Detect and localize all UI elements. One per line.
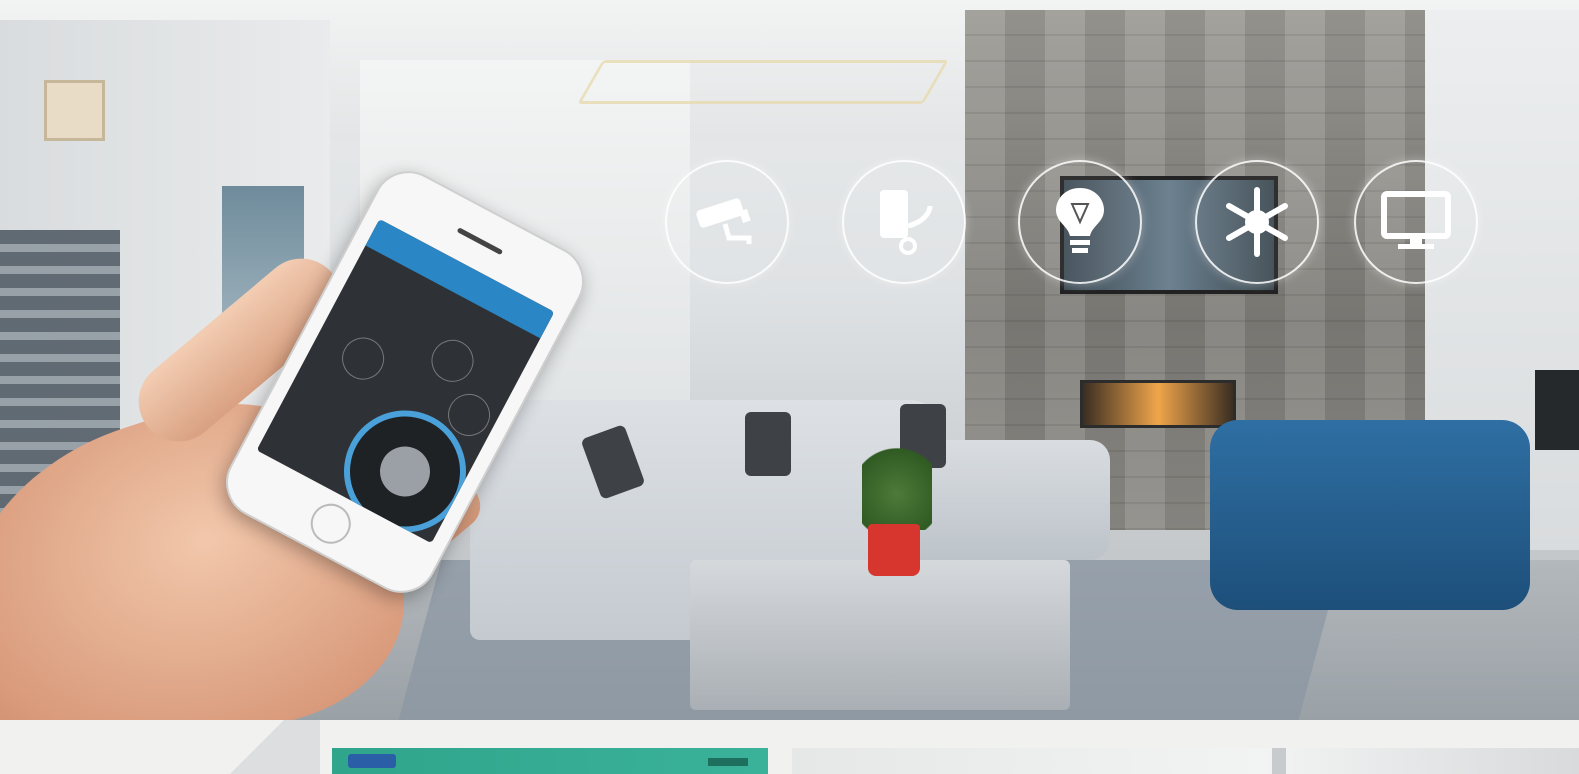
smartphone xyxy=(213,158,597,606)
phone-speaker xyxy=(456,227,504,256)
room-post xyxy=(1272,748,1286,774)
home-button[interactable] xyxy=(303,496,358,551)
ceiling-light xyxy=(577,60,949,104)
app-button-icon[interactable] xyxy=(334,330,392,387)
fireplace xyxy=(1080,380,1236,428)
phone-screen xyxy=(256,218,555,544)
light-bulb-icon[interactable] xyxy=(1018,160,1142,284)
room-thumbnail xyxy=(792,748,1579,774)
phone-body xyxy=(213,158,597,606)
pillow xyxy=(745,412,791,476)
light-bulb-glyph xyxy=(1056,188,1104,253)
red-pot xyxy=(868,524,920,576)
right-wall-panel xyxy=(1535,370,1579,450)
wall-frame xyxy=(44,80,105,141)
security-camera-glyph xyxy=(696,198,752,244)
monitor-glyph xyxy=(1381,191,1451,249)
water-heater-glyph xyxy=(880,190,933,255)
snowflake-icon[interactable] xyxy=(1195,160,1319,284)
security-camera-icon[interactable] xyxy=(665,160,789,284)
smart-home-hero-image xyxy=(0,0,1579,720)
plant xyxy=(862,440,932,530)
blue-tag xyxy=(348,754,396,768)
snowflake-glyph xyxy=(1226,187,1288,257)
control-knob[interactable] xyxy=(371,437,439,506)
panel-detail xyxy=(708,758,748,766)
water-heater-icon[interactable] xyxy=(842,160,966,284)
app-header-bar xyxy=(365,218,555,339)
green-panel-thumbnail xyxy=(332,748,768,774)
blue-armchair xyxy=(1210,420,1530,610)
monitor-icon[interactable] xyxy=(1354,160,1478,284)
app-button-icon[interactable] xyxy=(424,332,481,390)
coffee-table xyxy=(690,560,1070,710)
